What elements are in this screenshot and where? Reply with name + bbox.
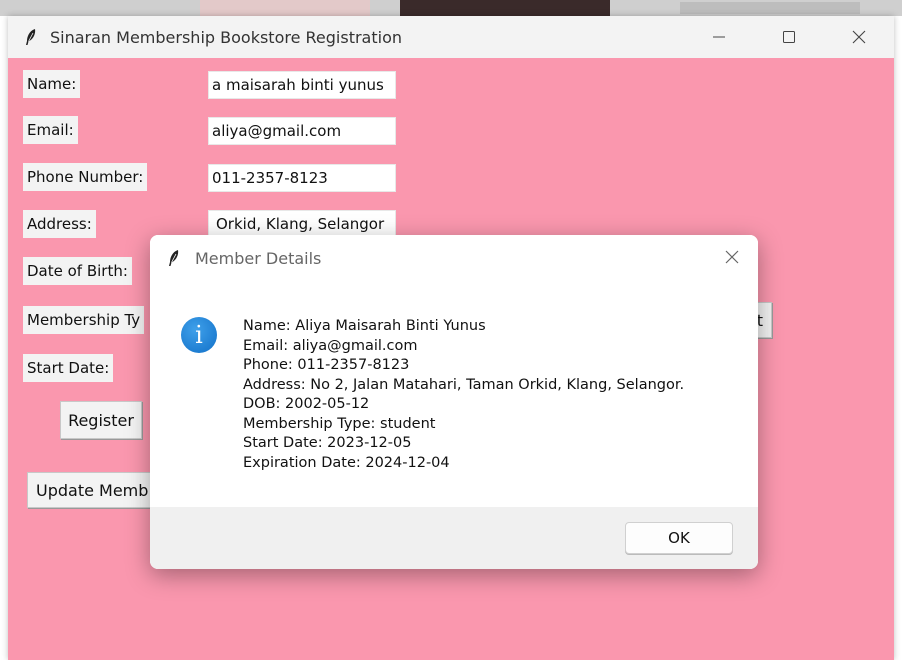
- update-member-button[interactable]: Update Memb: [27, 472, 162, 508]
- address-label: Address:: [23, 210, 96, 238]
- dialog-message: Name: Aliya Maisarah Binti Yunus Email: …: [243, 317, 684, 473]
- email-label: Email:: [23, 116, 78, 144]
- address-field[interactable]: Orkid, Klang, Selangor: [208, 210, 396, 238]
- dialog-titlebar[interactable]: Member Details: [150, 235, 758, 281]
- ok-button[interactable]: OK: [625, 522, 733, 554]
- minimize-icon: [713, 36, 725, 38]
- dob-label: Date of Birth:: [23, 257, 132, 285]
- dialog-footer: OK: [150, 507, 758, 569]
- dialog-close-button[interactable]: [720, 245, 744, 269]
- message-line: Start Date: 2023-12-05: [243, 435, 412, 451]
- close-icon: [852, 30, 866, 44]
- window-title: Sinaran Membership Bookstore Registratio…: [50, 27, 402, 47]
- membership-type-label: Membership Ty: [23, 306, 145, 334]
- close-button[interactable]: [824, 16, 894, 58]
- feather-icon: [26, 29, 36, 45]
- register-button[interactable]: Register: [60, 401, 142, 439]
- window-controls: [684, 16, 894, 58]
- close-icon: [725, 250, 739, 264]
- member-details-dialog: Member Details i Name: Aliya Maisarah Bi…: [150, 235, 758, 569]
- feather-icon: [169, 250, 179, 266]
- dialog-body: i Name: Aliya Maisarah Binti Yunus Email…: [150, 281, 758, 507]
- name-label: Name:: [23, 70, 81, 98]
- message-line: Expiration Date: 2024-12-04: [243, 454, 450, 471]
- message-line: Address: No 2, Jalan Matahari, Taman Ork…: [243, 376, 685, 393]
- phone-label: Phone Number:: [23, 163, 148, 191]
- start-date-label: Start Date:: [23, 354, 114, 382]
- maximize-icon: [783, 31, 795, 43]
- background-decoration: [200, 0, 370, 16]
- maximize-button[interactable]: [754, 16, 824, 58]
- background-decoration: [680, 2, 860, 14]
- name-field[interactable]: a maisarah binti yunus: [208, 71, 396, 99]
- message-line: Membership Type: student: [243, 415, 436, 432]
- minimize-button[interactable]: [684, 16, 754, 58]
- message-line: Name: Aliya Maisarah Binti Yunus: [243, 318, 486, 334]
- message-line: Email: aliya@gmail.com: [243, 337, 418, 354]
- message-line: DOB: 2002-05-12: [243, 396, 370, 412]
- background-decoration: [400, 0, 610, 16]
- background-strip: [0, 0, 902, 16]
- info-icon: i: [181, 317, 217, 353]
- dialog-title: Member Details: [195, 248, 322, 268]
- window-titlebar[interactable]: Sinaran Membership Bookstore Registratio…: [8, 16, 894, 58]
- email-field[interactable]: aliya@gmail.com: [208, 117, 396, 145]
- phone-field[interactable]: 011-2357-8123: [208, 164, 396, 192]
- message-line: Phone: 011-2357-8123: [243, 357, 410, 373]
